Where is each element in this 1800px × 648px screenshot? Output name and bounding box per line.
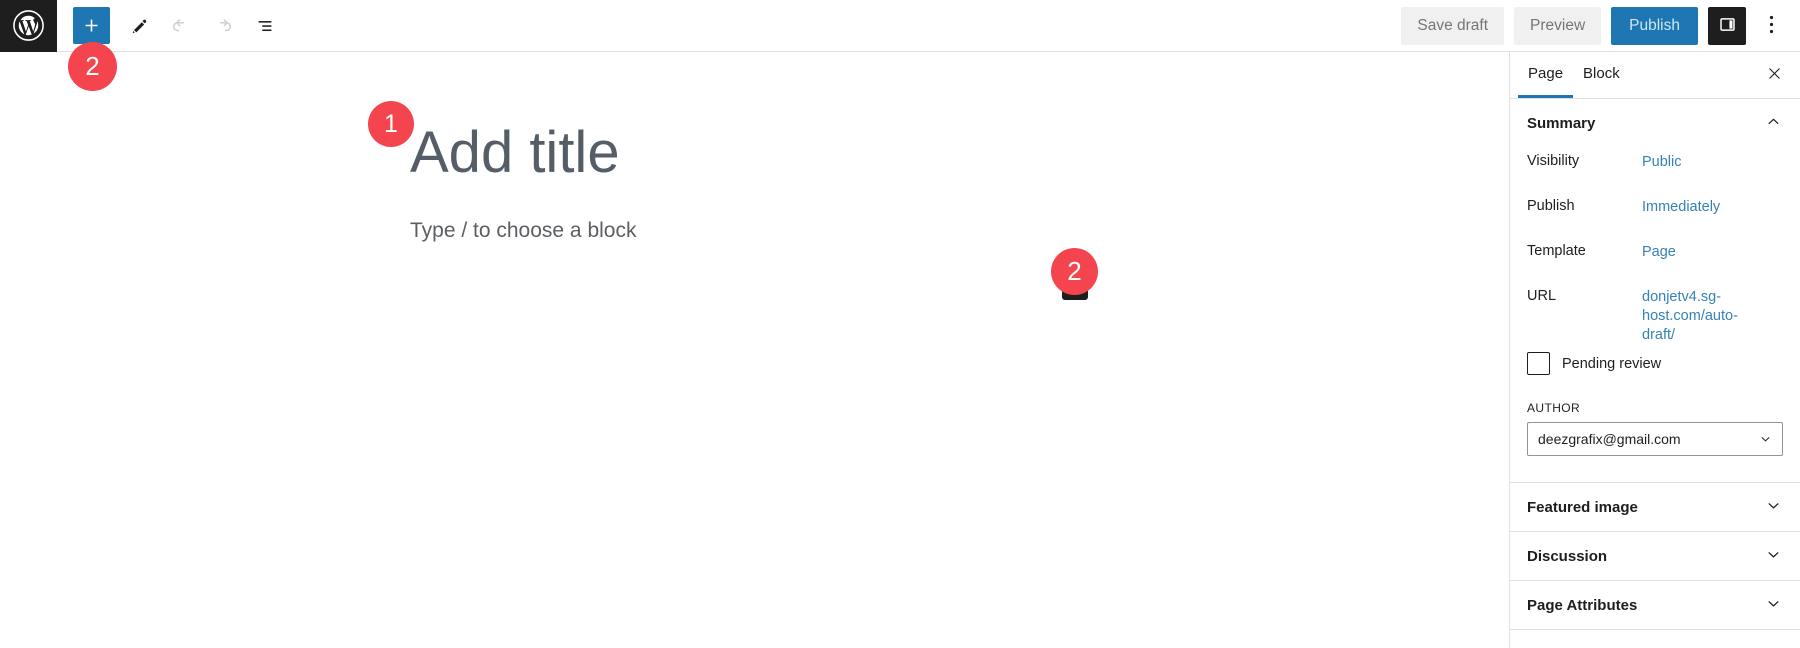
block-inserter-button[interactable] — [73, 7, 110, 44]
chevron-up-icon — [1764, 112, 1783, 134]
plus-icon — [82, 16, 101, 35]
discussion-panel-header[interactable]: Discussion — [1510, 532, 1800, 580]
wordpress-logo-icon — [12, 9, 45, 42]
url-value-button[interactable]: donjetv4.sg-host.com/auto-draft/ — [1642, 284, 1747, 345]
canvas-block-inserter-button[interactable] — [1062, 274, 1088, 300]
summary-row-publish: Publish Immediately — [1527, 194, 1783, 239]
wordpress-logo-button[interactable] — [0, 0, 57, 52]
visibility-label: Visibility — [1527, 153, 1580, 169]
pending-review-label: Pending review — [1562, 355, 1662, 372]
close-sidebar-button[interactable] — [1756, 57, 1792, 93]
page-attributes-panel-header[interactable]: Page Attributes — [1510, 581, 1800, 629]
publish-button[interactable]: Publish — [1611, 6, 1698, 45]
wordpress-editor-window: Save draft Preview Publish Add title Typ… — [0, 0, 1800, 648]
publish-label: Publish — [1527, 198, 1575, 214]
pending-review-row[interactable]: Pending review — [1527, 352, 1783, 383]
summary-panel-header[interactable]: Summary — [1510, 99, 1800, 147]
three-dots-vertical-icon — [1769, 14, 1774, 38]
plus-icon — [1068, 279, 1082, 296]
undo-icon — [170, 15, 192, 37]
preview-button[interactable]: Preview — [1514, 6, 1602, 45]
summary-row-visibility: Visibility Public — [1527, 149, 1783, 194]
author-field-label: AUTHOR — [1527, 401, 1581, 415]
template-label: Template — [1527, 243, 1586, 259]
tab-block[interactable]: Block — [1573, 52, 1630, 98]
chevron-down-icon — [1764, 594, 1783, 616]
list-view-icon — [254, 15, 276, 37]
chevron-down-icon — [1764, 545, 1783, 567]
toolbar-left-group — [57, 7, 284, 45]
page-attributes-panel-title: Page Attributes — [1527, 596, 1638, 614]
document-overview-button[interactable] — [246, 7, 284, 45]
toolbar-right-group: Save draft Preview Publish — [1401, 6, 1800, 45]
summary-panel-title: Summary — [1527, 114, 1596, 132]
editor-canvas: Add title Type / to choose a block — [0, 52, 1509, 648]
template-value-button[interactable]: Page — [1642, 239, 1676, 262]
settings-sidebar-toggle-button[interactable] — [1708, 6, 1746, 45]
editor-top-toolbar: Save draft Preview Publish — [0, 0, 1800, 52]
redo-icon — [212, 15, 234, 37]
publish-value-button[interactable]: Immediately — [1642, 194, 1720, 217]
featured-image-panel-title: Featured image — [1527, 498, 1638, 516]
visibility-value-button[interactable]: Public — [1642, 149, 1682, 172]
tab-page[interactable]: Page — [1518, 52, 1574, 98]
settings-sidebar: Page Block Summary Visibility Public Pub… — [1509, 52, 1800, 648]
chevron-down-icon — [1758, 432, 1773, 447]
save-draft-button[interactable]: Save draft — [1401, 6, 1505, 45]
chevron-down-icon — [1764, 496, 1783, 518]
summary-row-template: Template Page — [1527, 239, 1783, 284]
tools-button[interactable] — [120, 7, 158, 45]
summary-row-url: URL donjetv4.sg-host.com/auto-draft/ — [1527, 284, 1783, 346]
divider — [1510, 629, 1800, 630]
post-title-input[interactable]: Add title — [410, 120, 620, 187]
options-menu-button[interactable] — [1756, 7, 1786, 45]
summary-panel-body: Visibility Public Publish Immediately Te… — [1510, 147, 1800, 482]
discussion-panel-title: Discussion — [1527, 547, 1608, 565]
undo-button[interactable] — [162, 7, 200, 45]
author-select-value: deezgrafix@gmail.com — [1538, 431, 1681, 447]
sidebar-tabs: Page Block — [1510, 52, 1800, 99]
featured-image-panel-header[interactable]: Featured image — [1510, 483, 1800, 531]
pending-review-checkbox[interactable] — [1527, 352, 1550, 375]
close-icon — [1766, 65, 1783, 85]
redo-button[interactable] — [204, 7, 242, 45]
sidebar-panel-icon — [1717, 14, 1738, 38]
url-label: URL — [1527, 288, 1557, 304]
default-block-appender[interactable]: Type / to choose a block — [410, 219, 636, 243]
pencil-icon — [128, 15, 150, 37]
author-select[interactable]: deezgrafix@gmail.com — [1527, 422, 1783, 456]
